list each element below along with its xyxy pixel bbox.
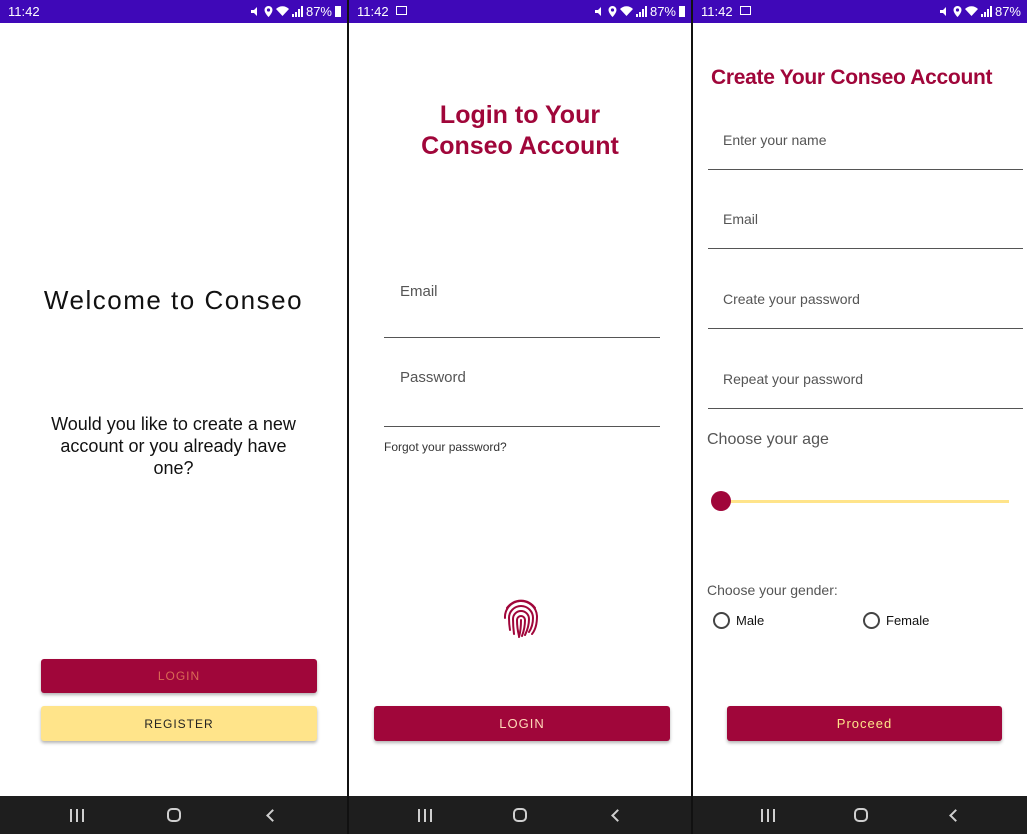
status-icons: 87% (250, 4, 341, 19)
signal-icon (980, 6, 992, 17)
wifi-icon (275, 6, 289, 16)
home-icon[interactable] (513, 808, 528, 822)
recent-apps-icon[interactable] (760, 808, 775, 822)
page-title: Login to Your Conseo Account (349, 100, 691, 162)
system-nav-bar (693, 796, 1027, 834)
back-icon[interactable] (611, 808, 625, 822)
radio-circle-icon[interactable] (863, 612, 880, 629)
repeat-password-input[interactable] (708, 363, 1023, 409)
age-label: Choose your age (707, 431, 829, 448)
recent-apps-icon[interactable] (69, 808, 84, 822)
login-screen: 11:42 87% Login to Your Conseo Account F… (349, 0, 693, 834)
recent-apps-icon[interactable] (417, 808, 432, 822)
register-button[interactable]: REGISTER (41, 706, 317, 741)
status-time: 11:42 (357, 4, 389, 19)
mute-icon (250, 7, 257, 16)
welcome-screen: 11:42 87% Welcome to Conseo Would you li… (0, 0, 349, 834)
login-button[interactable]: LOGIN (41, 659, 317, 693)
location-icon (608, 6, 617, 17)
wifi-icon (964, 6, 978, 16)
email-input[interactable] (384, 275, 660, 338)
status-bar: 11:42 87% (349, 0, 691, 23)
wifi-icon (619, 6, 633, 16)
battery-percent: 87% (994, 4, 1021, 19)
status-bar: 11:42 87% (0, 0, 347, 23)
proceed-button[interactable]: Proceed (727, 706, 1002, 741)
status-time: 11:42 (8, 4, 40, 19)
signal-icon (635, 6, 647, 17)
status-icons: 87% (939, 4, 1021, 19)
password-input[interactable] (384, 362, 660, 427)
title-line-2: Conseo Account (421, 132, 619, 160)
page-title: Welcome to Conseo (43, 285, 304, 315)
status-bar: 11:42 87% (693, 0, 1027, 23)
battery-icon (679, 6, 685, 17)
status-icons: 87% (594, 4, 685, 19)
email-input[interactable] (708, 203, 1023, 249)
fingerprint-icon[interactable] (501, 594, 541, 638)
back-icon[interactable] (948, 808, 962, 822)
radio-label-female: Female (886, 613, 930, 628)
mute-icon (594, 7, 601, 16)
age-slider-track[interactable] (719, 500, 1009, 503)
gender-radio-male[interactable]: Male (713, 612, 764, 629)
battery-percent: 87% (649, 4, 676, 19)
signal-icon (291, 6, 303, 17)
name-input[interactable] (708, 124, 1023, 170)
radio-circle-icon[interactable] (713, 612, 730, 629)
screens-container: 11:42 87% Welcome to Conseo Would you li… (0, 0, 1027, 834)
forgot-password-link[interactable]: Forgot your password? (384, 440, 507, 454)
page-title: Create Your Conseo Account (711, 66, 993, 89)
battery-icon (335, 6, 341, 17)
create-account-screen: 11:42 87% Create Your Conseo Account Cho… (693, 0, 1027, 834)
gallery-notification-icon (740, 6, 751, 15)
login-button[interactable]: LOGIN (374, 706, 670, 741)
back-icon[interactable] (266, 808, 280, 822)
home-icon[interactable] (853, 808, 868, 822)
title-line-1: Login to Your (439, 101, 601, 129)
location-icon (264, 6, 273, 17)
status-time: 11:42 (701, 4, 733, 19)
age-slider-thumb[interactable] (711, 491, 731, 511)
gallery-notification-icon (396, 6, 407, 15)
system-nav-bar (0, 796, 347, 834)
welcome-question: Would you like to create a new account o… (51, 414, 296, 478)
gender-radio-female[interactable]: Female (863, 612, 929, 629)
location-icon (953, 6, 962, 17)
home-icon[interactable] (166, 808, 181, 822)
radio-label-male: Male (736, 613, 765, 628)
age-slider[interactable] (711, 490, 1009, 512)
mute-icon (939, 7, 946, 16)
gender-label: Choose your gender: (707, 582, 838, 598)
battery-percent: 87% (305, 4, 332, 19)
create-password-input[interactable] (708, 283, 1023, 329)
system-nav-bar (349, 796, 691, 834)
